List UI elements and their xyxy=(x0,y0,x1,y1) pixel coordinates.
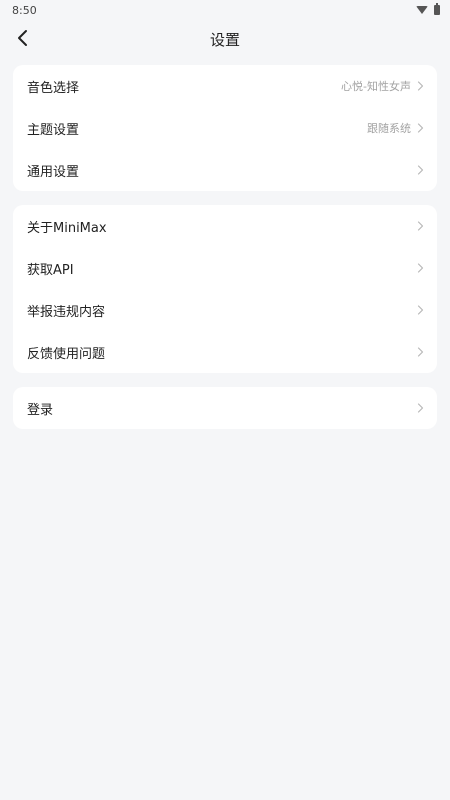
about-minimax-row[interactable]: 关于MiniMax xyxy=(13,205,437,247)
row-label: 音色选择 xyxy=(27,80,80,96)
row-value: 跟随系统 xyxy=(367,122,411,135)
chevron-right-icon xyxy=(417,305,425,315)
settings-group-preferences: 音色选择 心悦-知性女声 主题设置 跟随系统 通用设置 xyxy=(13,65,437,191)
row-label: 登录 xyxy=(27,402,54,418)
row-label: 反馈使用问题 xyxy=(27,346,106,362)
theme-settings-row[interactable]: 主题设置 跟随系统 xyxy=(13,107,437,149)
settings-group-about: 关于MiniMax 获取API 举报违规内容 反馈使用问题 xyxy=(13,205,437,373)
general-settings-row[interactable]: 通用设置 xyxy=(13,149,437,191)
voice-select-row[interactable]: 音色选择 心悦-知性女声 xyxy=(13,65,437,107)
status-bar: 8:50 xyxy=(0,0,450,20)
battery-icon xyxy=(434,3,440,15)
wifi-icon xyxy=(416,6,428,14)
chevron-right-icon xyxy=(417,123,425,133)
row-label: 获取API xyxy=(27,262,74,278)
get-api-row[interactable]: 获取API xyxy=(13,247,437,289)
back-button[interactable] xyxy=(10,26,34,50)
page-title: 设置 xyxy=(209,30,240,49)
chevron-right-icon xyxy=(417,221,425,231)
row-label: 通用设置 xyxy=(27,164,80,180)
status-icons xyxy=(416,3,440,15)
settings-group-account: 登录 xyxy=(13,387,437,429)
feedback-row[interactable]: 反馈使用问题 xyxy=(13,331,437,373)
row-label: 关于MiniMax xyxy=(27,220,107,236)
status-time: 8:50 xyxy=(12,3,37,17)
chevron-right-icon xyxy=(417,81,425,91)
row-value: 心悦-知性女声 xyxy=(341,80,411,93)
chevron-right-icon xyxy=(417,263,425,273)
chevron-right-icon xyxy=(417,165,425,175)
chevron-right-icon xyxy=(417,347,425,357)
report-content-row[interactable]: 举报违规内容 xyxy=(13,289,437,331)
row-label: 主题设置 xyxy=(27,122,80,138)
row-label: 举报违规内容 xyxy=(27,304,106,320)
chevron-left-icon xyxy=(18,30,27,46)
login-row[interactable]: 登录 xyxy=(13,387,437,429)
header: 设置 xyxy=(0,20,450,58)
chevron-right-icon xyxy=(417,403,425,413)
